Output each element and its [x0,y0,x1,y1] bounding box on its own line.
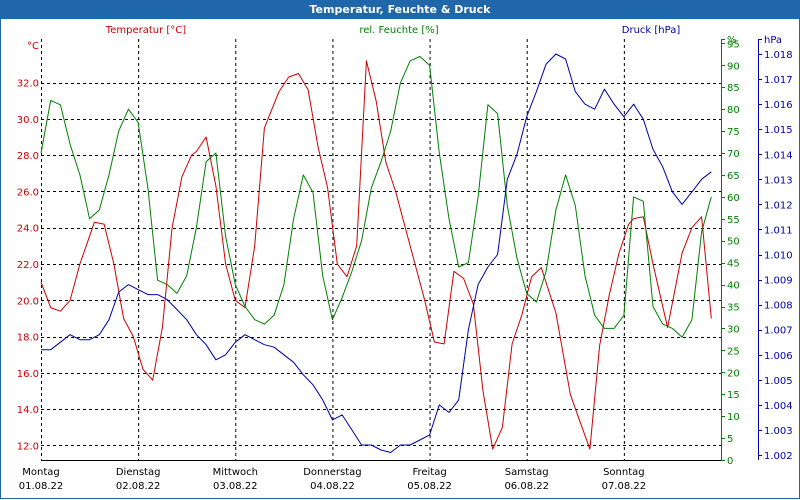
temperature-tick-label: 12.0 [17,441,39,452]
temperature-tick-label: 24.0 [17,224,39,235]
temperature-tick-label: 28.0 [17,151,39,162]
temperature-tick-label: 18.0 [17,333,39,344]
x-tick-date: 05.08.22 [407,481,452,492]
temperature-tick-label: 20.0 [17,296,39,307]
pressure-tick-label: 1.015 [764,125,793,136]
pressure-tick-label: 1.002 [764,451,793,462]
humidity-tick-label: 20 [727,368,740,379]
pressure-tick-label: 1.016 [764,100,793,111]
axes: 12.0 14.0 16.0 18.0 20.0 22.0 24.0 26.0 28.0 30.0… [17,35,793,492]
humidity-tick-label: 65 [727,171,740,182]
weather-chart: 12.0 14.0 16.0 18.0 20.0 22.0 24.0 26.0 28.0 30.0… [17,25,793,492]
humidity-legend-label: rel. Feuchte [%] [359,25,438,36]
pressure-tick-label: 1.003 [764,426,793,437]
humidity-tick-label: 10 [727,412,740,423]
x-tick-day: Samstag [505,467,549,478]
humidity-tick-label: 55 [727,215,740,226]
humidity-tick-label: 90 [727,61,740,72]
pressure-tick-label: 1.012 [764,200,793,211]
pressure-tick-label: 1.010 [764,251,793,262]
x-tick-day: Montag [22,467,59,478]
temperature-axis-unit: °C [27,41,39,52]
temperature-tick-label: 14.0 [17,405,39,416]
x-tick-date: 03.08.22 [213,481,258,492]
temperature-tick-label: 30.0 [17,115,39,126]
humidity-tick-label: 45 [727,259,740,270]
pressure-legend-label: Druck [hPa] [622,25,681,36]
pressure-tick-label: 1.009 [764,276,793,287]
temperature-series-line [40,60,712,450]
humidity-tick-label: 30 [727,324,740,335]
humidity-tick-label: 70 [727,149,740,160]
humidity-tick-label: % [727,35,737,46]
pressure-tick-label: 1.004 [764,401,793,412]
window-title: Temperatur, Feuchte & Druck [0,0,800,19]
humidity-tick-label: 40 [727,281,740,292]
humidity-tick-label: 5 [727,434,733,445]
pressure-tick-label: 1.018 [764,50,793,61]
humidity-tick-label: 0 [727,456,733,467]
x-tick-day: Donnerstag [303,467,361,478]
pressure-tick-label: 1.011 [764,225,793,236]
pressure-tick-label: 1.005 [764,376,793,387]
humidity-tick-label: 35 [727,303,740,314]
humidity-tick-label: 80 [727,105,740,116]
pressure-tick-label: 1.017 [764,75,793,86]
x-tick-date: 06.08.22 [504,481,549,492]
humidity-tick-label: 75 [727,127,740,138]
pressure-tick-label: 1.006 [764,351,793,362]
humidity-tick-label: 25 [727,346,740,357]
temperature-tick-label: 16.0 [17,369,39,380]
pressure-tick-label: hPa [764,35,782,46]
x-tick-date: 02.08.22 [116,481,161,492]
x-tick-date: 04.08.22 [310,481,355,492]
pressure-tick-label: 1.007 [764,326,793,337]
pressure-tick-label: 1.014 [764,150,793,161]
pressure-tick-label: 1.013 [764,175,793,186]
temperature-legend-label: Temperatur [°C] [105,25,186,36]
temperature-tick-label: 32.0 [17,79,39,90]
legend: Temperatur [°C] rel. Feuchte [%] Druck [hP… [105,25,681,36]
x-tick-day: Sonntag [603,467,645,478]
pressure-tick-label: 1.008 [764,301,793,312]
temperature-tick-label: 22.0 [17,260,39,271]
x-tick-date: 07.08.22 [602,481,647,492]
series-lines [40,53,712,453]
x-tick-day: Dienstag [116,467,161,478]
x-tick-date: 01.08.22 [19,481,64,492]
humidity-tick-label: 50 [727,237,740,248]
humidity-tick-label: 60 [727,193,740,204]
grid [41,39,722,461]
pressure-series-line [41,53,712,453]
temperature-tick-label: 26.0 [17,187,39,198]
x-tick-day: Mittwoch [213,467,258,478]
humidity-tick-label: 15 [727,390,740,401]
humidity-tick-label: 85 [727,83,740,94]
chart-frame: 12.0 14.0 16.0 18.0 20.0 22.0 24.0 26.0 28.0 30.0… [0,19,800,499]
x-tick-day: Freitag [412,467,446,478]
